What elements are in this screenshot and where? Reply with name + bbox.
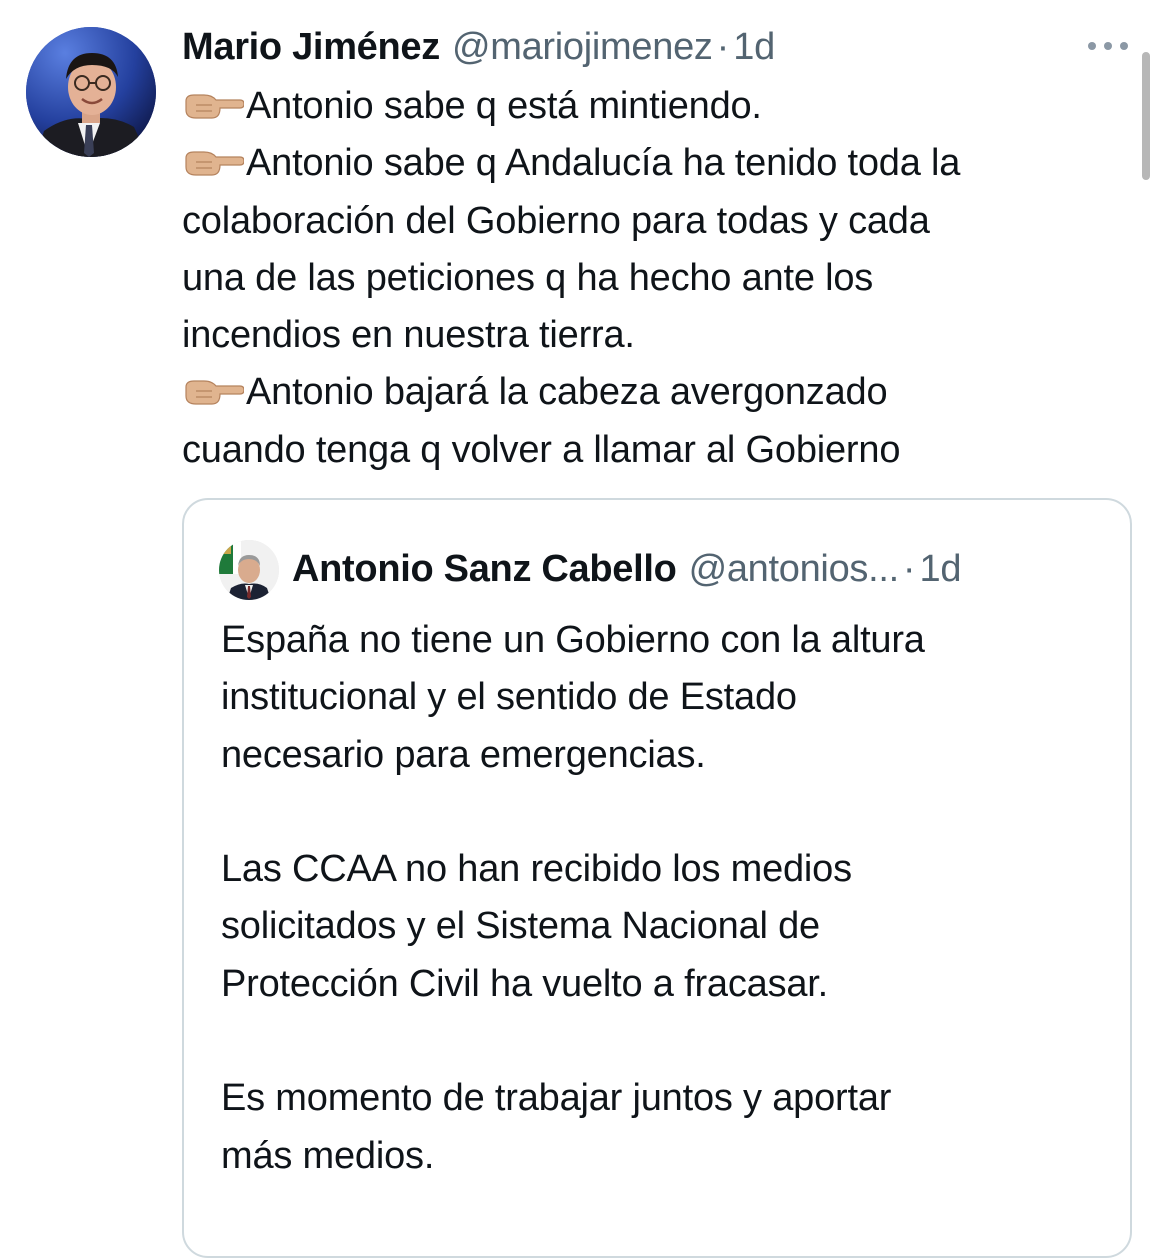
- tweet-line: cuando tenga q volver a llamar al Gobier…: [182, 428, 901, 471]
- quoted-author-handle[interactable]: @antonios...: [689, 544, 900, 594]
- more-horizontal-icon[interactable]: [1088, 36, 1128, 56]
- tweet-line: Antonio bajará la cabeza avergonzado: [182, 364, 1132, 421]
- scrollbar[interactable]: [1142, 52, 1150, 180]
- tweet-header: Mario Jiménez @mariojimenez · 1d: [182, 22, 775, 72]
- quoted-tweet[interactable]: Antonio Sanz Cabello @antonios... · 1d E…: [182, 498, 1132, 1258]
- tweet-line-text: Antonio bajará la cabeza avergonzado: [246, 371, 888, 414]
- tweet-timestamp[interactable]: 1d: [733, 22, 775, 72]
- tweet-line-text: Antonio sabe q está mintiendo.: [246, 85, 762, 127]
- tweet-line: incendios en nuestra tierra.: [182, 314, 635, 357]
- tweet-line: una de las peticiones q ha hecho ante lo…: [182, 256, 874, 299]
- pointing-right-icon: [185, 151, 244, 176]
- quoted-tweet-header: Antonio Sanz Cabello @antonios... · 1d: [292, 544, 962, 594]
- quoted-tweet-line: necesario para emergencias.: [221, 733, 706, 776]
- quoted-tweet-line: España no tiene un Gobierno con la altur…: [221, 619, 925, 661]
- quoted-tweet-line: institucional y el sentido de Estado: [221, 676, 797, 719]
- quoted-tweet-line: Protección Civil ha vuelto a fracasar.: [221, 962, 829, 1005]
- quoted-tweet-timestamp[interactable]: 1d: [920, 544, 962, 594]
- quoted-author-avatar[interactable]: [219, 540, 279, 600]
- tweet-line: colaboración del Gobierno para todas y c…: [182, 199, 930, 242]
- tweet-line: Antonio sabe q Andalucía ha tenido toda …: [182, 135, 1132, 192]
- quoted-tweet-body: España no tiene un Gobierno con la altur…: [221, 612, 1101, 1185]
- tweet-body: Antonio sabe q está mintiendo. Antonio s…: [182, 78, 1132, 479]
- author-handle[interactable]: @mariojimenez: [452, 22, 713, 72]
- quoted-header-separator: ·: [902, 548, 916, 590]
- author-avatar[interactable]: [26, 27, 156, 157]
- pointing-right-icon: [185, 380, 244, 406]
- quoted-author-display-name[interactable]: Antonio Sanz Cabello: [292, 544, 677, 594]
- tweet[interactable]: Mario Jiménez @mariojimenez · 1d Antonio…: [0, 0, 1160, 1258]
- author-photo: [26, 27, 156, 157]
- tweet-line-text: Antonio sabe q Andalucía ha tenido toda …: [246, 142, 961, 185]
- tweet-line: Antonio sabe q está mintiendo.: [182, 78, 1132, 135]
- header-separator: ·: [716, 26, 730, 68]
- quoted-tweet-line: Las CCAA no han recibido los medios: [221, 848, 852, 891]
- quoted-tweet-line: más medios.: [221, 1134, 435, 1177]
- quoted-tweet-line: Es momento de trabajar juntos y aportar: [221, 1077, 892, 1120]
- author-display-name[interactable]: Mario Jiménez: [182, 22, 440, 72]
- pointing-right-icon: [185, 94, 244, 119]
- quoted-author-photo: [219, 540, 279, 600]
- quoted-tweet-line: solicitados y el Sistema Nacional de: [221, 905, 820, 948]
